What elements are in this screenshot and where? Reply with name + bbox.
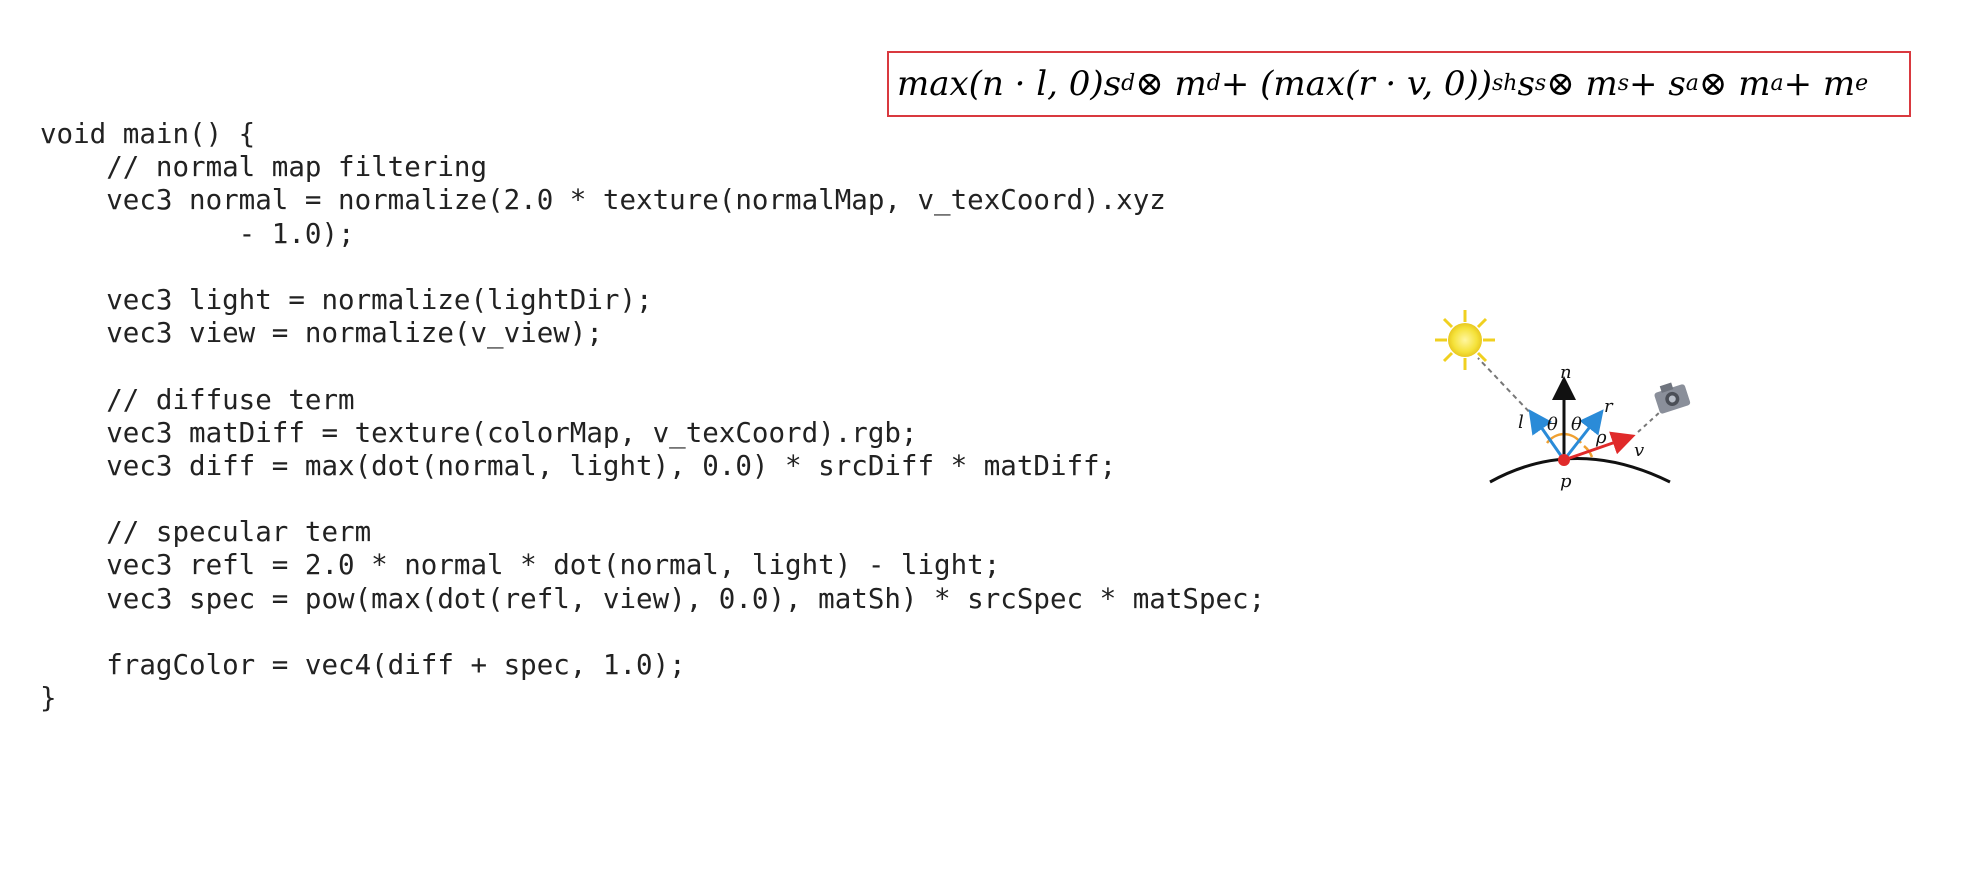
code-line: fragColor = vec4(diff + spec, 1.0);	[40, 649, 686, 681]
code-line: // specular term	[40, 516, 372, 549]
camera-icon	[1654, 382, 1691, 414]
code-line: // diffuse term	[40, 383, 355, 416]
reflection-diagram: n l r v p θ θ ρ	[1435, 310, 1691, 492]
surface-curve	[1489, 457, 1671, 484]
label-p: p	[1560, 471, 1572, 492]
formula-part: + (max(r · v, 0))	[1220, 64, 1492, 104]
code-line: vec3 refl = 2.0 * normal * dot(normal, l…	[40, 549, 1001, 582]
code-line: vec3 view = normalize(v_view);	[40, 317, 603, 350]
surface-point	[1558, 454, 1570, 466]
lighting-formula: max(n · l, 0)s d ⊗ md + (max(r · v, 0)) sh…	[887, 51, 1911, 117]
code-line: // normal map filtering	[40, 151, 488, 184]
label-v: v	[1634, 440, 1644, 461]
sun-icon	[1435, 310, 1495, 370]
label-l: l	[1518, 412, 1524, 433]
code-line: void main() {	[40, 118, 256, 150]
shader-code-block: void main() { // normal map filtering ve…	[40, 118, 1265, 715]
code-line: vec3 light = normalize(lightDir);	[40, 283, 653, 316]
formula-part: ⊗ m	[1135, 64, 1207, 104]
formula-part: + s	[1629, 64, 1686, 104]
view-dashed-line	[1637, 411, 1661, 433]
code-line: - 1.0);	[40, 217, 355, 250]
code-line: vec3 matDiff = texture(colorMap, v_texCo…	[40, 416, 918, 449]
label-theta-right: θ	[1571, 414, 1582, 435]
code-line: vec3 normal = normalize(2.0 * texture(no…	[40, 184, 1166, 217]
code-line: }	[40, 682, 57, 715]
label-r: r	[1604, 396, 1614, 417]
code-line: vec3 spec = pow(max(dot(refl, view), 0.0…	[40, 582, 1266, 615]
formula-part: + m	[1783, 64, 1856, 104]
label-n: n	[1560, 362, 1572, 383]
formula-part: ⊗ m	[1698, 64, 1771, 104]
formula-part: max(n · l, 0)s	[897, 64, 1122, 104]
label-theta-left: θ	[1547, 414, 1558, 435]
formula-part: s	[1517, 64, 1535, 104]
light-dashed-line	[1477, 357, 1536, 419]
code-line: vec3 diff = max(dot(normal, light), 0.0)…	[40, 449, 1117, 482]
formula-part: ⊗ m	[1546, 64, 1618, 104]
label-rho: ρ	[1595, 427, 1607, 448]
